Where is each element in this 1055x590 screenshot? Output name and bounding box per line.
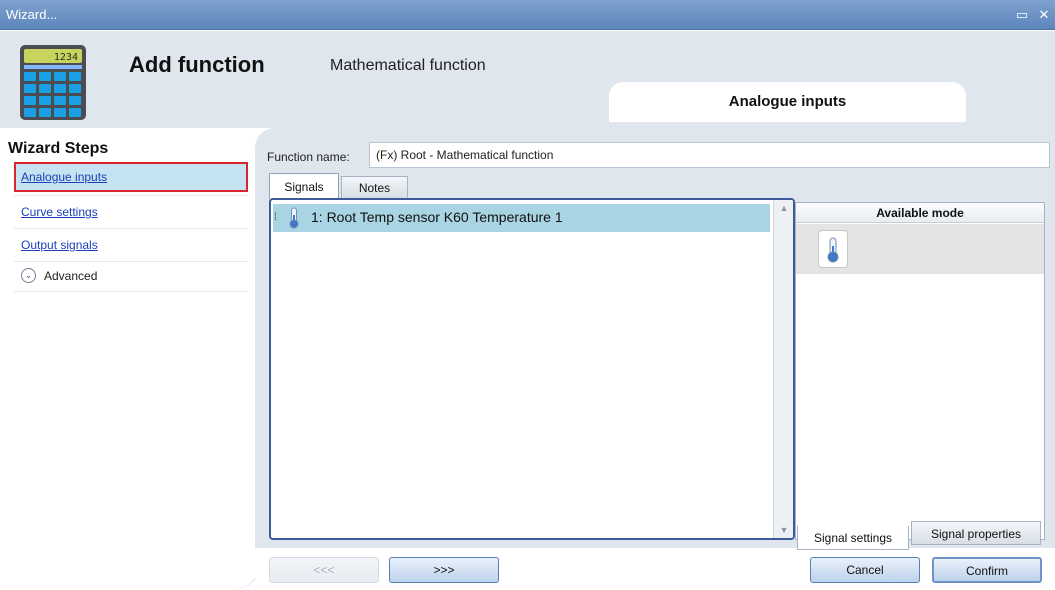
content-area: Function name: Signals Notes ⁞ 1: Root T… (255, 128, 1055, 550)
wizard-header: 1234 Add function Mathematical function … (0, 31, 1055, 128)
page-title: Add function (129, 52, 265, 77)
mode-item-thermometer[interactable] (818, 230, 848, 268)
scroll-down-icon[interactable]: ▼ (778, 524, 790, 536)
sidebar-title: Wizard Steps (8, 140, 109, 157)
window-title-bar: Wizard... ▭ ✕ (0, 0, 1055, 30)
sidebar-item-output-signals[interactable]: Output signals (14, 230, 248, 260)
available-mode-header: Available mode (796, 203, 1044, 223)
tab-signals[interactable]: Signals (269, 173, 339, 199)
page-subtitle: Mathematical function (330, 57, 486, 74)
calculator-display: 1234 (54, 52, 78, 63)
list-item[interactable]: ⁞ 1: Root Temp sensor K60 Temperature 1 (273, 204, 770, 232)
chevron-down-icon[interactable]: ⌄ (21, 268, 36, 283)
sidebar-divider (14, 195, 248, 196)
cancel-button[interactable]: Cancel (810, 557, 920, 583)
next-button[interactable]: >>> (389, 557, 499, 583)
maximize-icon[interactable]: ▭ (1011, 4, 1033, 26)
advanced-expander[interactable]: ⌄ Advanced (14, 261, 248, 291)
close-icon[interactable]: ✕ (1033, 4, 1055, 26)
mode-list (796, 224, 1044, 274)
thermometer-icon (289, 207, 299, 229)
tab-signal-properties[interactable]: Signal properties (911, 521, 1041, 545)
signal-label: 1: Root Temp sensor K60 Temperature 1 (311, 209, 563, 225)
tab-signal-settings[interactable]: Signal settings (797, 526, 909, 550)
signals-list: ⁞ 1: Root Temp sensor K60 Temperature 1 … (269, 198, 795, 540)
calculator-icon: 1234 (18, 44, 88, 121)
main-panel: Function name: Signals Notes ⁞ 1: Root T… (255, 128, 1055, 590)
wizard-steps-sidebar: Wizard Steps Analogue inputs Curve setti… (0, 128, 262, 590)
scrollbar[interactable]: ▲ ▼ (773, 200, 793, 538)
available-mode-panel: Available mode (795, 202, 1045, 540)
window-title: Wizard... (6, 7, 58, 22)
sidebar-item-analogue-inputs[interactable]: Analogue inputs (14, 162, 248, 192)
sidebar-divider (14, 228, 248, 229)
sidebar-divider (14, 291, 248, 292)
confirm-button[interactable]: Confirm (932, 557, 1042, 583)
sidebar-item-curve-settings[interactable]: Curve settings (14, 197, 248, 227)
function-name-input[interactable] (369, 142, 1050, 168)
current-step-tab: Analogue inputs (609, 82, 966, 122)
tab-notes[interactable]: Notes (341, 176, 408, 199)
previous-button[interactable]: <<< (269, 557, 379, 583)
drag-handle-icon[interactable]: ⁞ (274, 212, 277, 223)
advanced-label: Advanced (44, 269, 98, 283)
window-controls: ▭ ✕ (1011, 4, 1055, 26)
thermometer-icon (827, 237, 839, 263)
function-name-label: Function name: (267, 150, 350, 164)
scroll-up-icon[interactable]: ▲ (778, 202, 790, 214)
